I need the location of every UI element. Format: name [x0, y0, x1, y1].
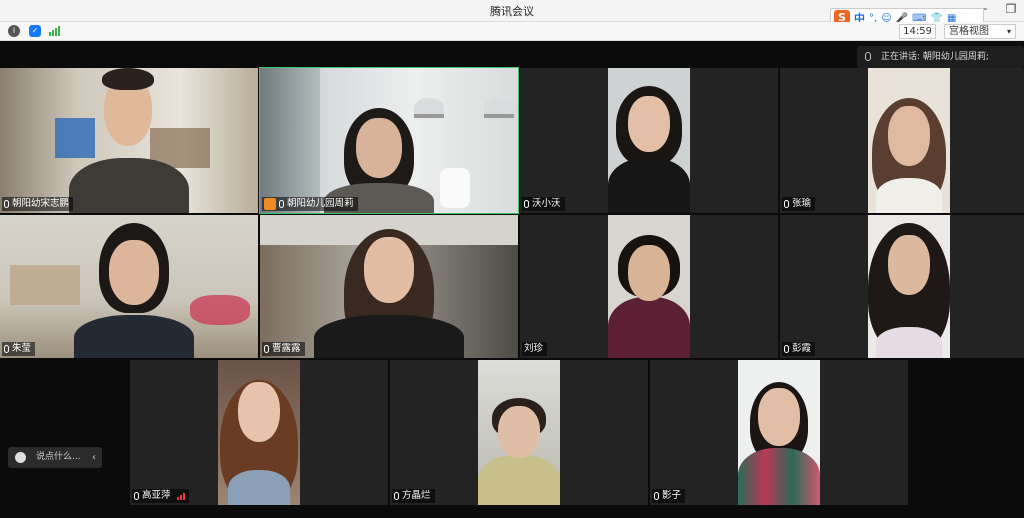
video-feed: [478, 360, 560, 505]
participant-label: 朱莹: [2, 342, 36, 356]
participant-tile[interactable]: 朝阳幼宋志鹏: [0, 68, 258, 213]
participant-name: 刘珍: [524, 343, 544, 354]
view-mode-select[interactable]: 宫格视图 ▾: [944, 24, 1016, 39]
video-feed: [260, 68, 518, 213]
mic-icon: [394, 492, 399, 500]
participant-name: 朝阳幼宋志鹏: [12, 198, 70, 209]
participant-name: 沃小沃: [532, 198, 561, 209]
participant-name: 影子: [662, 490, 682, 501]
meeting-toolbar: i ✓ 14:59 宫格视图 ▾: [0, 22, 1024, 41]
chat-input[interactable]: 说点什么... ‹: [8, 447, 102, 468]
participant-label: 高亚萍: [132, 489, 189, 503]
info-icon[interactable]: i: [8, 25, 20, 37]
video-feed: [608, 215, 690, 358]
emoji-icon[interactable]: [15, 452, 26, 463]
participant-label: 彭霞: [782, 342, 816, 356]
participant-name: 高亚萍: [142, 490, 171, 501]
video-feed: [868, 68, 950, 213]
host-icon: [264, 198, 276, 210]
mic-icon: [4, 345, 9, 353]
participant-label: 刘珍: [522, 342, 548, 356]
mic-icon: [654, 492, 659, 500]
participant-name: 彭霞: [792, 343, 812, 354]
speaking-indicator: 正在讲话: 朝阳幼儿园周莉;: [857, 46, 1024, 68]
chevron-down-icon: ▾: [1006, 27, 1011, 36]
participant-name: 曹露露: [272, 343, 301, 354]
mic-icon: [865, 52, 871, 61]
participant-tile[interactable]: 刘珍: [520, 215, 778, 358]
video-feed: [0, 68, 258, 213]
participant-label: 张瑜: [782, 197, 816, 211]
participant-tile[interactable]: 朝阳幼儿园周莉: [259, 67, 519, 214]
restore-button[interactable]: ❐: [1004, 2, 1018, 16]
participant-name: 方晶烂: [402, 490, 431, 501]
video-feed: [868, 215, 950, 358]
participant-name: 张瑜: [792, 198, 812, 209]
participant-label: 曹露露: [262, 342, 305, 356]
mic-icon: [784, 200, 789, 208]
participant-label: 沃小沃: [522, 197, 565, 211]
participant-name: 朱莹: [12, 343, 32, 354]
participant-tile[interactable]: 高亚萍: [130, 360, 388, 505]
participant-tile[interactable]: 影子: [650, 360, 908, 505]
participant-tile[interactable]: 彭霞: [780, 215, 1024, 358]
video-feed: [608, 68, 690, 213]
signal-icon: [176, 492, 185, 500]
participant-label: 影子: [652, 489, 686, 503]
mic-icon: [784, 345, 789, 353]
shield-icon[interactable]: ✓: [29, 25, 41, 37]
view-mode-label: 宫格视图: [949, 26, 989, 37]
mic-icon: [134, 492, 139, 500]
video-feed: [218, 360, 300, 505]
speaking-text: 正在讲话: 朝阳幼儿园周莉;: [881, 52, 989, 62]
mic-icon: [524, 200, 529, 208]
chat-placeholder: 说点什么...: [36, 452, 81, 462]
meeting-clock: 14:59: [899, 24, 936, 39]
participant-tile[interactable]: 张瑜: [780, 68, 1024, 213]
mic-icon: [264, 345, 269, 353]
meeting-window: 腾讯会议 ─ ❐ S 中 °, ☺ 🎤 ⌨ 👕 ▦ i ✓ 14:59 宫格视图…: [0, 0, 1024, 518]
video-feed: [260, 215, 518, 358]
signal-icon[interactable]: [49, 26, 61, 36]
mic-icon: [4, 200, 9, 208]
participant-name: 朝阳幼儿园周莉: [287, 198, 354, 209]
video-feed: [738, 360, 820, 505]
participant-tile[interactable]: 曹露露: [260, 215, 518, 358]
chevron-left-icon[interactable]: ‹: [92, 447, 96, 468]
participant-tile[interactable]: 沃小沃: [520, 68, 778, 213]
participant-label: 朝阳幼儿园周莉: [262, 197, 358, 211]
participant-label: 方晶烂: [392, 489, 435, 503]
participant-tile[interactable]: 朱莹: [0, 215, 258, 358]
participant-tile[interactable]: 方晶烂: [390, 360, 648, 505]
video-feed: [0, 215, 258, 358]
mic-icon: [279, 200, 284, 208]
participant-label: 朝阳幼宋志鹏: [2, 197, 74, 211]
